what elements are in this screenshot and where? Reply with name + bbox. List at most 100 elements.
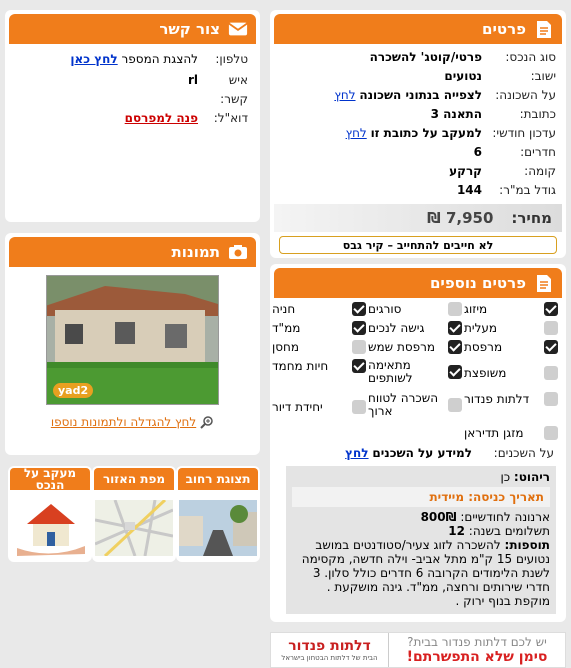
feature-item: משופצת xyxy=(464,366,558,380)
photos-header: תמונות xyxy=(9,237,256,267)
tile-title: מעקב על הנכס xyxy=(23,468,77,490)
payments-label: תשלומים בשנה: xyxy=(468,524,550,538)
feature-item: חיות מחמד xyxy=(272,359,366,373)
row-label: כתובת: xyxy=(519,107,556,121)
entry-date-row: תאריך כניסה: מיידית xyxy=(292,487,550,507)
row-value: קרקע xyxy=(449,164,482,178)
document-icon xyxy=(534,273,554,293)
contact-title: צור קשר xyxy=(159,20,220,38)
enlarge-photos-link[interactable]: לחץ להגדלה ולתמונות נוספו xyxy=(51,415,196,429)
envelope-icon xyxy=(228,19,248,39)
checkbox-unchecked xyxy=(448,398,462,412)
street-view-image xyxy=(179,500,257,556)
row-value: 144 xyxy=(456,183,482,197)
row-label: חדרים: xyxy=(520,145,556,159)
row-value: לצפייה בנתוני השכונה xyxy=(359,88,482,102)
checkbox-checked xyxy=(544,302,558,316)
row-value: נטועים xyxy=(444,69,482,83)
contact-header: צור קשר xyxy=(9,14,256,44)
show-phone-link[interactable]: לחץ כאן xyxy=(70,50,117,69)
feature-label: חיות מחמד xyxy=(272,358,329,373)
entry-date-label: תאריך כניסה: xyxy=(468,490,544,504)
feature-label: יחידת דיור xyxy=(272,400,323,414)
neighbors-link[interactable]: לחץ xyxy=(345,444,368,463)
checkbox-unchecked xyxy=(352,340,366,354)
brand-sub: הבית של דלתות הבטחון בישראל xyxy=(281,654,378,662)
details-header: פרטים xyxy=(274,14,562,44)
price-box: מחיר: 7,950 ₪ xyxy=(274,204,562,232)
tile-street-view[interactable]: תצוגת רחוב xyxy=(176,466,260,562)
banner-line2: סימן שלא התפשרתם! xyxy=(406,649,548,665)
feature-item: ממ"ד xyxy=(272,321,366,335)
feature-label: סורגים xyxy=(368,302,402,316)
tile-area-map[interactable]: מפת האזור xyxy=(92,466,176,562)
main-photo[interactable]: yad2 xyxy=(46,275,219,405)
row-floor: קומה: קרקע xyxy=(276,162,560,181)
checkbox-checked xyxy=(448,365,462,379)
feature-label: מחסן xyxy=(272,340,300,354)
person-value: rl xyxy=(187,73,198,87)
row-label: ישוב: xyxy=(530,69,556,83)
payments-row: תשלומים בשנה: 12 xyxy=(292,524,550,538)
checkbox-checked xyxy=(352,321,366,335)
feature-label: מרפסת שמש xyxy=(368,340,436,354)
feature-label: השכרה לטווח ארוך xyxy=(368,391,439,418)
checkbox-unchecked xyxy=(544,366,558,380)
row-property-type: סוג הנכס: פרטי/קוטג' להשכרה xyxy=(276,48,560,67)
checkbox-checked xyxy=(352,359,366,373)
contact-rows: טלפון: להצגת המספר לחץ כאן איש קשר: rl דוא… xyxy=(5,44,260,128)
row-label: גודל במ"ר: xyxy=(499,183,556,197)
checkbox-unchecked xyxy=(544,392,558,406)
feature-item: גישה לנכים xyxy=(368,321,462,335)
checkbox-checked xyxy=(448,340,462,354)
enlarge-row: לחץ להגדלה ולתמונות נוספו xyxy=(5,415,260,429)
more-details-header: פרטים נוספים xyxy=(274,268,562,298)
row-contact-person: איש קשר: rl xyxy=(13,71,252,109)
tile-property-tracking[interactable]: מעקב על הנכס xyxy=(8,466,92,562)
row-label: קומה: xyxy=(524,164,556,178)
contact-advertiser-link[interactable]: פנה למפרסם xyxy=(125,109,198,128)
checkbox-unchecked xyxy=(544,426,558,440)
photos-panel: תמונות yad2 לחץ להגדלה ולתמונות נוספו xyxy=(5,233,260,455)
extras-row: תוספות: להשכרה לזוג צעיר/סטודנטים במושב … xyxy=(292,538,550,608)
feature-item: מחסן xyxy=(272,340,366,354)
extras-label: תוספות: xyxy=(504,538,550,552)
tile-header: תצוגת רחוב xyxy=(178,468,258,490)
feature-label: מזגן תדיראן xyxy=(464,426,524,440)
checkbox-unchecked xyxy=(448,302,462,316)
monthly-update-link[interactable]: לחץ xyxy=(346,124,367,143)
feature-label: ממ"ד xyxy=(272,321,301,335)
commitment-text: לא חייבים להתחייב – קיר גבס xyxy=(342,238,494,252)
row-label: עדכון חודשי: xyxy=(492,126,556,140)
person-label: איש קשר: xyxy=(220,73,248,106)
camera-icon xyxy=(228,242,248,262)
row-neighbors: על השכנים: למידע על השכנים לחץ xyxy=(345,444,558,463)
feature-item: מזגן תדיראן xyxy=(464,426,558,440)
yad2-watermark: yad2 xyxy=(53,383,94,398)
tile-header: מעקב על הנכס xyxy=(10,468,90,490)
banner-line1: יש לכם דלתות פנדור בבית? xyxy=(407,635,547,649)
phone-text: להצגת המספר xyxy=(121,52,198,66)
feature-label: מעלית xyxy=(464,321,498,335)
tile-title: מפת האזור xyxy=(102,472,166,486)
tile-title: תצוגת רחוב xyxy=(185,472,251,486)
document-icon xyxy=(534,19,554,39)
more-details-panel: פרטים נוספים מיזוג סורגים חניה מעלית גיש… xyxy=(270,264,566,622)
email-label: דוא"ל: xyxy=(213,111,248,125)
arnona-value: 800₪ xyxy=(420,510,457,524)
row-value: פרטי/קוטג' להשכרה xyxy=(369,50,482,64)
neighbors-value: למידע על השכנים xyxy=(372,446,472,460)
price-label: מחיר: xyxy=(511,209,552,227)
furniture-value: כן xyxy=(500,470,511,484)
row-label: על השכונה: xyxy=(495,88,556,102)
feature-item: מיזוג xyxy=(464,302,558,316)
feature-label: חניה xyxy=(272,302,296,316)
checkbox-checked xyxy=(352,302,366,316)
feature-label: מרפסת xyxy=(464,340,503,354)
neighborhood-link[interactable]: לחץ xyxy=(334,86,355,105)
feature-label: מתאימה לשותפים xyxy=(368,358,413,385)
pandor-banner[interactable]: יש לכם דלתות פנדור בבית? סימן שלא התפשרת… xyxy=(270,632,566,668)
feature-item: מעלית xyxy=(464,321,558,335)
photos-title: תמונות xyxy=(171,243,220,261)
pandor-logo: דלתות פנדור הבית של דלתות הבטחון בישראל xyxy=(271,633,389,667)
